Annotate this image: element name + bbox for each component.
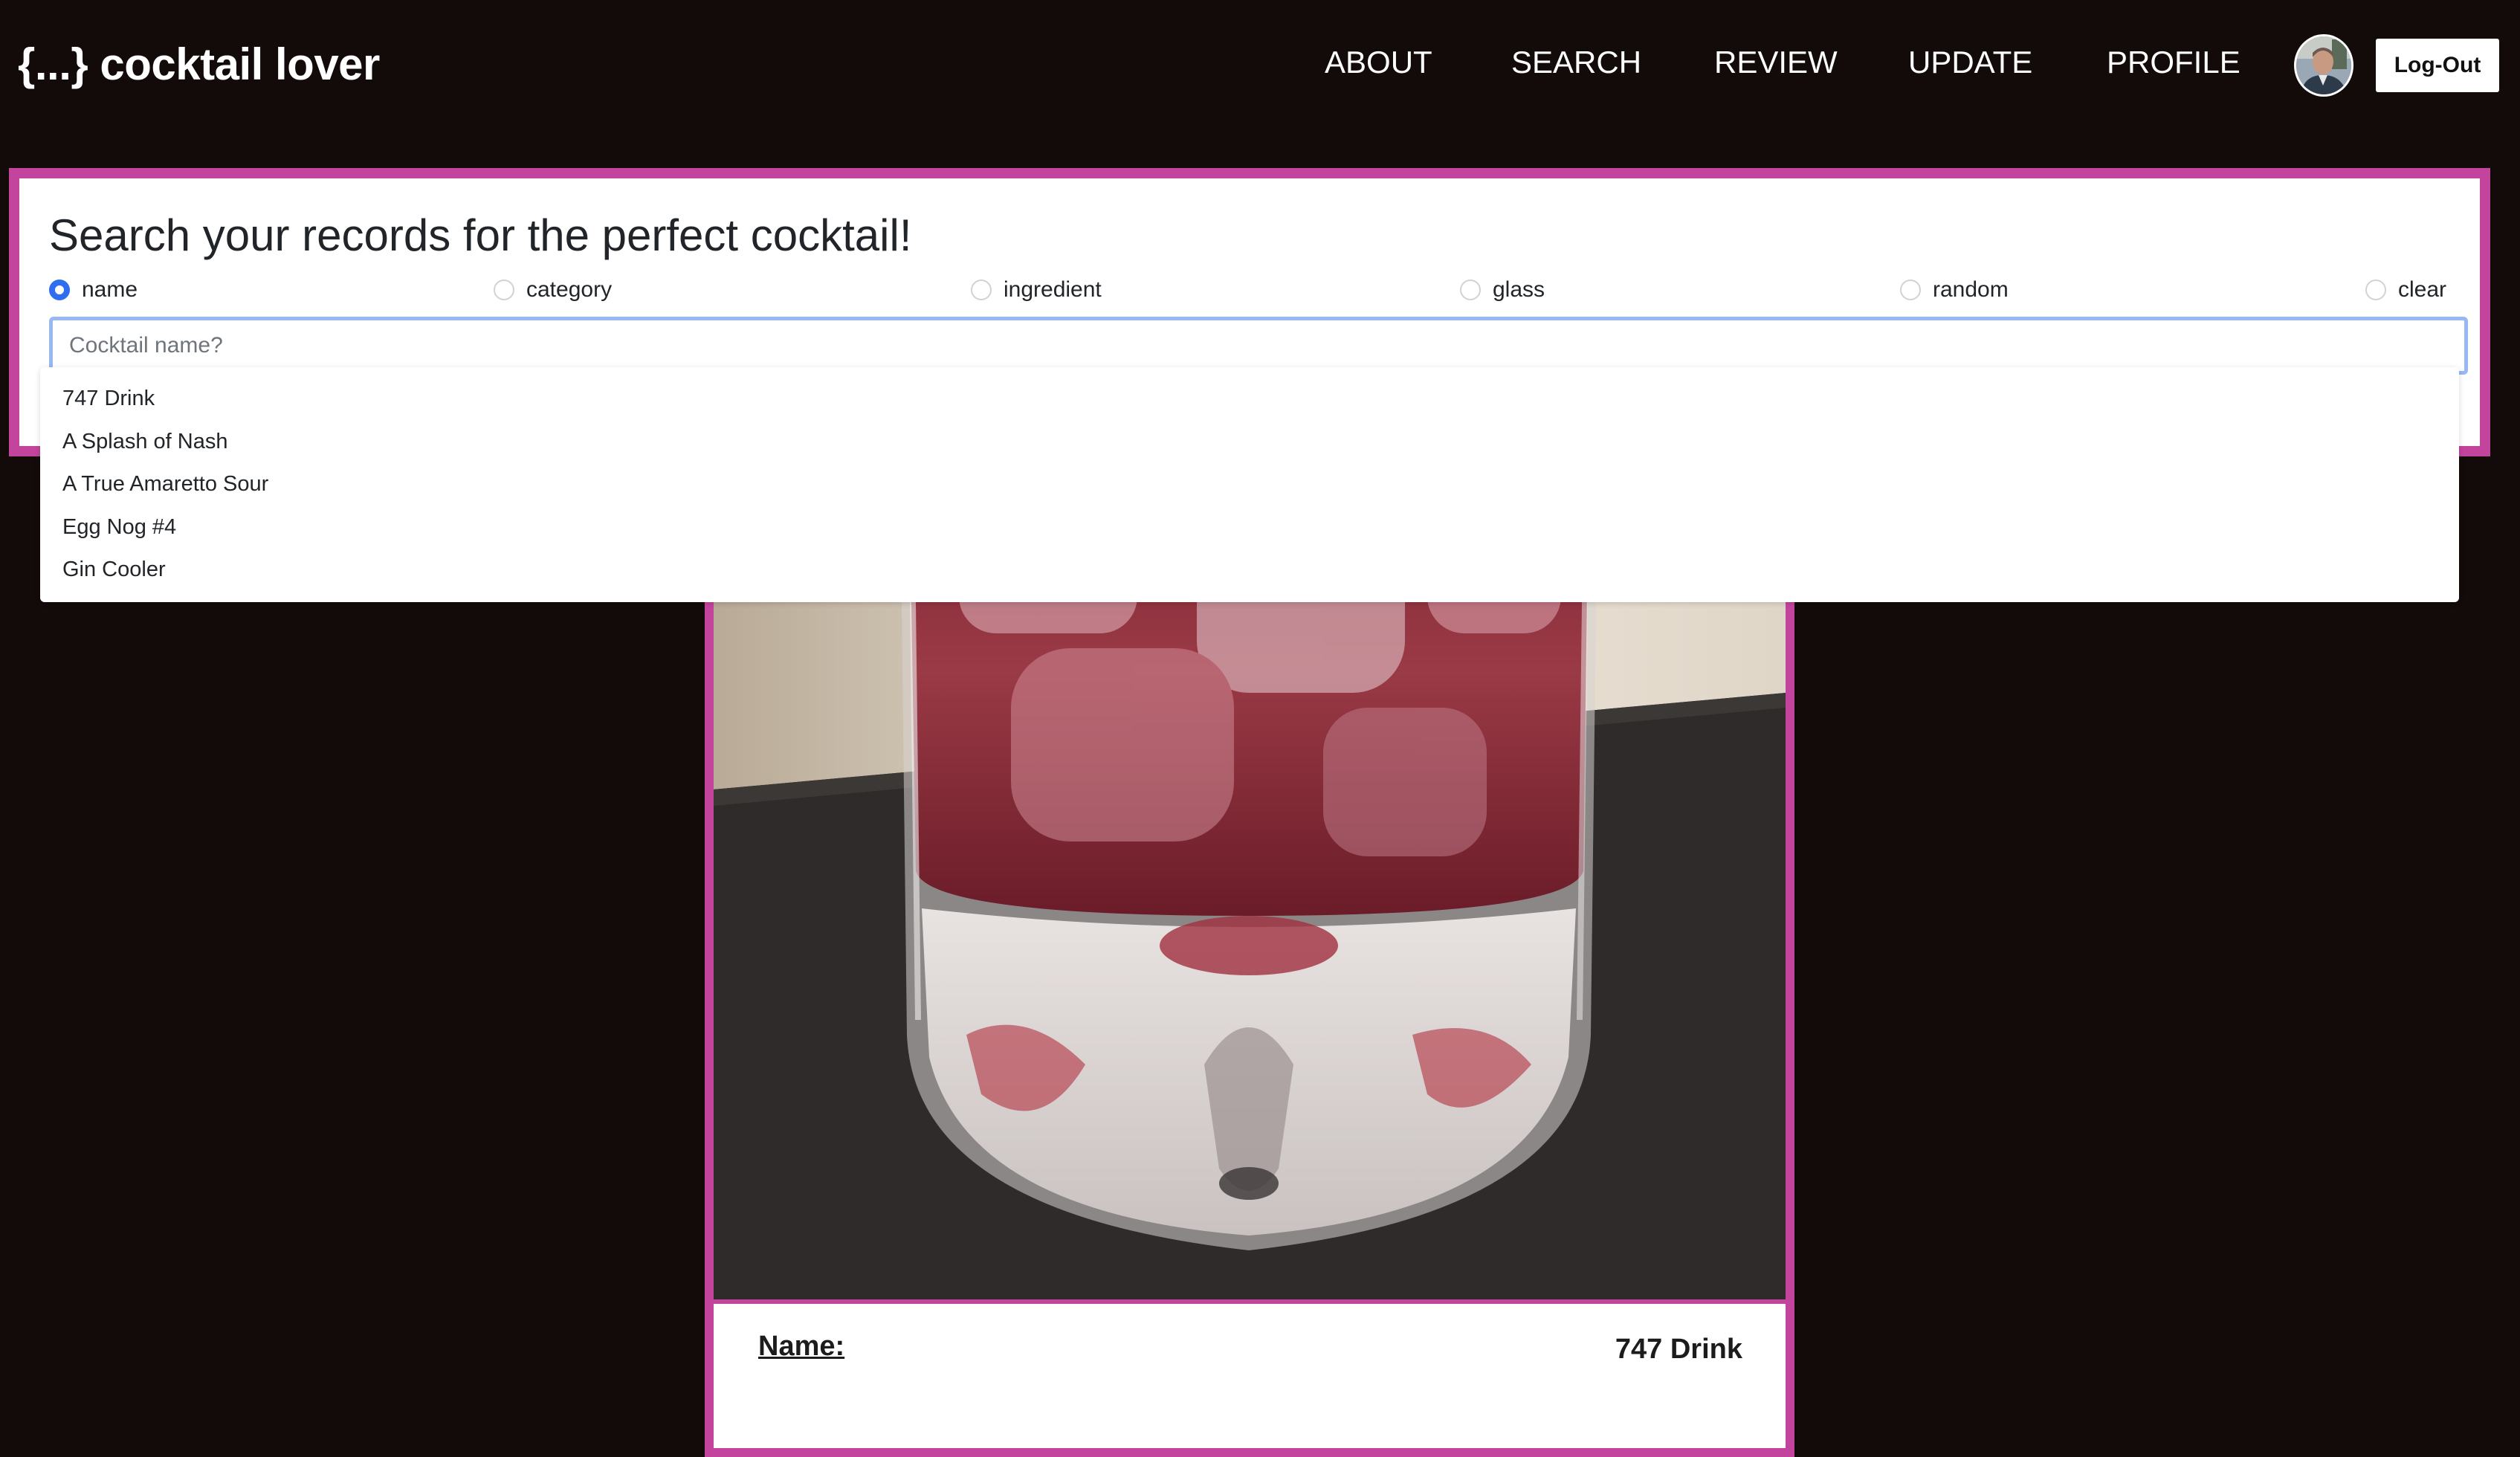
radio-label: name [82, 277, 138, 302]
radio-option-ingredient[interactable]: ingredient [971, 274, 1102, 306]
nav-link-about[interactable]: ABOUT [1325, 45, 1432, 80]
radio-button[interactable] [49, 280, 70, 300]
radio-option-clear[interactable]: clear [2365, 274, 2446, 306]
nav-link-search[interactable]: SEARCH [1511, 45, 1641, 80]
nav-link-review[interactable]: REVIEW [1714, 45, 1838, 80]
radio-button[interactable] [971, 280, 992, 300]
logout-button[interactable]: Log-Out [2376, 39, 2499, 92]
suggestion-item[interactable]: A Splash of Nash [40, 421, 2459, 464]
suggestion-item[interactable]: A True Amaretto Sour [40, 463, 2459, 506]
radio-option-name[interactable]: name [49, 274, 138, 306]
nav-link-update[interactable]: UPDATE [1908, 45, 2032, 80]
radio-option-glass[interactable]: glass [1460, 274, 1545, 306]
name-label: Name: [758, 1331, 845, 1362]
radio-label: glass [1493, 277, 1545, 302]
suggestion-dropdown: 747 Drink A Splash of Nash A True Amaret… [40, 367, 2459, 602]
radio-button[interactable] [1460, 280, 1481, 300]
radio-option-category[interactable]: category [494, 274, 612, 306]
brand-logo[interactable]: {...} cocktail lover [18, 39, 380, 90]
nav-link-profile[interactable]: PROFILE [2107, 45, 2240, 80]
radio-label: random [1933, 277, 2009, 302]
cocktail-search-input[interactable] [49, 317, 2468, 375]
radio-button[interactable] [1900, 280, 1921, 300]
radio-label: clear [2398, 277, 2447, 302]
avatar[interactable] [2294, 34, 2353, 97]
name-value: 747 Drink [1615, 1334, 1742, 1365]
radio-label: ingredient [1004, 277, 1102, 302]
radio-label: category [526, 277, 613, 302]
suggestion-item[interactable]: Gin Cooler [40, 549, 2459, 592]
card-info: Name: 747 Drink [714, 1304, 1786, 1448]
suggestion-item[interactable]: 747 Drink [40, 378, 2459, 421]
radio-button[interactable] [494, 280, 514, 300]
user-avatar-icon [2296, 36, 2351, 94]
radio-option-random[interactable]: random [1900, 274, 2009, 306]
suggestion-item[interactable]: Egg Nog #4 [40, 506, 2459, 549]
radio-button[interactable] [2365, 280, 2386, 300]
search-title: Search your records for the perfect cock… [49, 210, 912, 260]
navbar: {...} cocktail lover ABOUT SEARCH REVIEW… [0, 0, 2520, 134]
